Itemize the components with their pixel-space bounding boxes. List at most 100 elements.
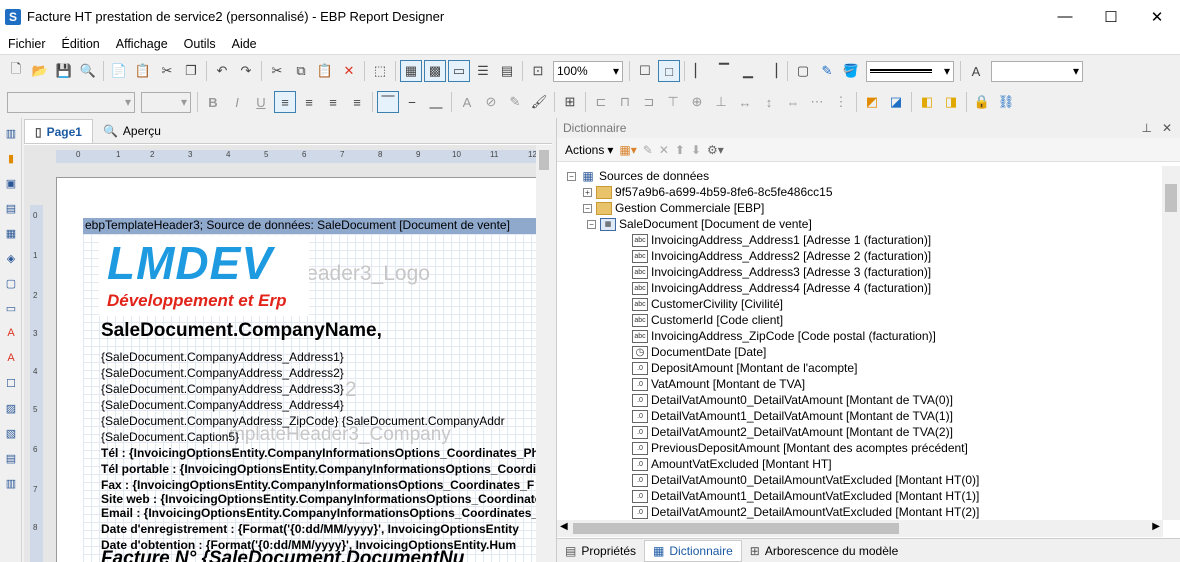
delete-icon[interactable]: ✕: [338, 60, 360, 82]
close-button[interactable]: ✕: [1134, 0, 1180, 33]
expand-icon[interactable]: +: [583, 187, 592, 197]
band-header[interactable]: ebpTemplateHeader3; Source de données: S…: [83, 218, 552, 234]
menu-outils[interactable]: Outils: [176, 37, 224, 51]
zoom-combo[interactable]: 100% ▾: [553, 60, 623, 82]
align-bottoms-icon[interactable]: ⊥: [710, 91, 732, 113]
font-size-combo[interactable]: ▾: [141, 91, 191, 113]
scroll-thumb[interactable]: [1165, 184, 1177, 212]
justify-icon[interactable]: ≡: [346, 91, 368, 113]
settings-gear-icon[interactable]: ⚙▾: [707, 143, 724, 157]
bold-icon[interactable]: B: [202, 91, 224, 113]
actions-menu[interactable]: Actions ▾: [565, 143, 613, 157]
align-center-icon[interactable]: ≡: [298, 91, 320, 113]
chart-icon[interactable]: ▮: [1, 148, 21, 168]
scroll-left-icon[interactable]: ◀: [560, 521, 568, 532]
h-spacing-icon[interactable]: ⋯: [806, 91, 828, 113]
scroll-thumb[interactable]: [573, 523, 899, 534]
address2-field[interactable]: {SaleDocument.CompanyAddress_Address2}: [101, 366, 344, 380]
tree-node[interactable]: ◷ DocumentDate [Date]: [632, 344, 766, 360]
border-box-icon[interactable]: ▢: [792, 60, 814, 82]
company-logo[interactable]: LMDEV Développement et Erp: [99, 236, 309, 316]
line-icon[interactable]: ▤: [1, 448, 21, 468]
cut-icon[interactable]: ✂: [266, 60, 288, 82]
tree-node[interactable]: +9f57a9b6-a699-4b59-8fe6-8c5fe486cc15: [583, 184, 833, 200]
tree-node[interactable]: .0 DepositAmount [Montant de l'acompte]: [632, 360, 857, 376]
design-canvas[interactable]: 0 1 2 3 4 5 6 7 8 9 10 11 12 0 1 2 3 4 5…: [24, 145, 552, 562]
designer-vertical-scrollbar[interactable]: [536, 145, 552, 562]
open-folder-icon[interactable]: 📂: [29, 60, 51, 82]
collapse-icon[interactable]: −: [583, 203, 592, 213]
same-size-icon[interactable]: ⇔: [782, 91, 804, 113]
align-middles-icon[interactable]: ⊕: [686, 91, 708, 113]
tree-horizontal-scrollbar[interactable]: ◀ ▶: [557, 520, 1163, 537]
select-all-icon[interactable]: ⬚: [369, 60, 391, 82]
show-grid-icon[interactable]: ▦: [400, 60, 422, 82]
border-top-icon[interactable]: ▔: [713, 60, 735, 82]
border-left-icon[interactable]: ▏: [689, 60, 711, 82]
tree-vertical-scrollbar[interactable]: [1162, 166, 1180, 520]
menu-fichier[interactable]: Fichier: [0, 37, 54, 51]
fax-field[interactable]: Fax : {InvoicingOptionsEntity.CompanyInf…: [101, 478, 534, 492]
border-none-icon[interactable]: □: [658, 60, 680, 82]
edit-icon[interactable]: ✎: [643, 143, 653, 157]
tree-node[interactable]: abc InvoicingAddress_ZipCode [Code postal…: [632, 328, 936, 344]
same-height-icon[interactable]: ↕: [758, 91, 780, 113]
italic-icon[interactable]: I: [226, 91, 248, 113]
align-tops-icon[interactable]: ⊤: [662, 91, 684, 113]
valign-bottom-icon[interactable]: ⎽: [425, 91, 447, 113]
tree-node[interactable]: .0 AmountVatExcluded [Montant HT]: [632, 456, 832, 472]
move-down-icon[interactable]: ⬇: [691, 143, 701, 157]
delete-band-icon[interactable]: ✂: [156, 60, 178, 82]
valign-middle-icon[interactable]: ⎯: [401, 91, 423, 113]
band-order-icon[interactable]: ☰: [472, 60, 494, 82]
tree-node[interactable]: abc InvoicingAddress_Address3 [Adresse 3 …: [632, 264, 931, 280]
checkbox-icon[interactable]: ☐: [1, 373, 21, 393]
link-icon[interactable]: ⛓: [995, 91, 1017, 113]
phone-field[interactable]: Tél : {InvoicingOptionsEntity.CompanyInf…: [101, 446, 539, 460]
align-centers-icon[interactable]: ⊓: [614, 91, 636, 113]
mobile-field[interactable]: Tél portable : {InvoicingOptionsEntity.C…: [101, 462, 536, 476]
crosstab-icon[interactable]: ▦: [1, 223, 21, 243]
minimize-button[interactable]: —: [1042, 0, 1088, 33]
report-page[interactable]: ebpTemplateHeader3; Source de données: S…: [56, 177, 552, 562]
company-name-field[interactable]: SaleDocument.CompanyName,: [101, 320, 382, 342]
same-width-icon[interactable]: ↔: [734, 91, 756, 113]
insert-band-icon[interactable]: 📋: [132, 60, 154, 82]
tree-node[interactable]: .0 DetailVatAmount2_DetailVatAmount [Mont…: [632, 424, 953, 440]
align-rights-icon[interactable]: ⊐: [638, 91, 660, 113]
valign-top-icon[interactable]: ⎺: [377, 91, 399, 113]
tab-dictionnaire[interactable]: ▦ Dictionnaire: [644, 539, 742, 562]
border-right-icon[interactable]: ▕: [761, 60, 783, 82]
tab-proprietes[interactable]: ▤ Propriétés: [557, 540, 644, 562]
copy-icon[interactable]: ⧉: [290, 60, 312, 82]
tree-node[interactable]: abc InvoicingAddress_Address1 [Adresse 1 …: [632, 232, 931, 248]
page-setup-icon[interactable]: ▤: [496, 60, 518, 82]
bring-to-front-icon[interactable]: ◩: [861, 91, 883, 113]
tree-node[interactable]: − Gestion Commerciale [EBP]: [583, 200, 764, 216]
pageinfo-icon[interactable]: ▥: [1, 473, 21, 493]
align-lefts-icon[interactable]: ⊏: [590, 91, 612, 113]
shape-icon[interactable]: ◈: [1, 248, 21, 268]
redo-icon[interactable]: ↷: [235, 60, 257, 82]
align-left-icon[interactable]: ≡: [274, 91, 296, 113]
paste-icon[interactable]: 📋: [314, 60, 336, 82]
label-icon[interactable]: ▭: [1, 298, 21, 318]
scroll-right-icon[interactable]: ▶: [1152, 521, 1160, 532]
zoom-fit-icon[interactable]: ⊡: [527, 60, 549, 82]
richtext-icon[interactable]: A: [1, 348, 21, 368]
group-icon[interactable]: ◧: [916, 91, 938, 113]
lock-icon[interactable]: 🔒: [971, 91, 993, 113]
menu-aide[interactable]: Aide: [224, 37, 265, 51]
align-right-icon[interactable]: ≡: [322, 91, 344, 113]
tree-node[interactable]: .0 DetailVatAmount1_DetailAmountVatExclud…: [632, 488, 979, 504]
tree-node[interactable]: .0 PreviousDepositAmount [Montant des aco…: [632, 440, 968, 456]
tree-node[interactable]: .0 DetailVatAmount0_DetailAmountVatExclud…: [632, 472, 979, 488]
tree-node[interactable]: abc InvoicingAddress_Address4 [Adresse 4 …: [632, 280, 931, 296]
format-painter-icon[interactable]: 🖌: [528, 91, 550, 113]
email-field[interactable]: Email : {InvoicingOptionsEntity.CompanyI…: [101, 506, 538, 520]
tab-arborescence[interactable]: ⊞ Arborescence du modèle: [742, 540, 906, 562]
close-panel-icon[interactable]: ✕: [1162, 121, 1172, 135]
tree-node[interactable]: .0 VatAmount [Montant de TVA]: [632, 376, 805, 392]
undo-icon[interactable]: ↶: [211, 60, 233, 82]
picture-icon[interactable]: ▨: [1, 398, 21, 418]
